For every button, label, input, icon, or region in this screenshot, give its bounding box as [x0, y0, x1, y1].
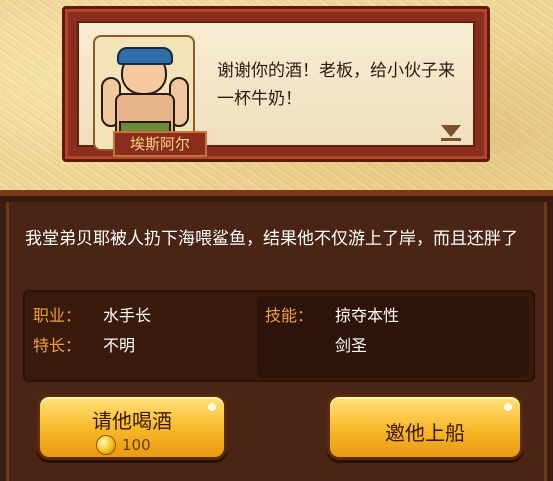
invite-aboard-label: 邀他上船	[385, 421, 465, 445]
npc-name-plate: 埃斯阿尔	[113, 131, 207, 157]
drink-cost: 100	[96, 435, 151, 455]
dialog-inner: 埃斯阿尔 谢谢你的酒！老板，给小伙子来一杯牛奶！	[77, 21, 475, 157]
job-value: 水手长	[103, 306, 152, 325]
job-label: 职业：	[33, 306, 82, 325]
continue-arrow-icon[interactable]	[441, 125, 461, 141]
dialog-box[interactable]: 埃斯阿尔 谢谢你的酒！老板，给小伙子来一杯牛奶！	[62, 6, 490, 162]
dialog-text: 谢谢你的酒！老板，给小伙子来一杯牛奶！	[217, 61, 455, 109]
buy-drink-label: 请他喝酒	[92, 409, 172, 433]
gloss-highlight	[504, 403, 512, 411]
specialty-label: 特长：	[33, 336, 82, 355]
npc-description: 我堂弟贝耶被人扔下海喂鲨鱼，结果他不仅游上了岸，而且还胖了	[25, 229, 518, 249]
skills-box: 技能： 掠夺本性 剑圣	[257, 296, 529, 378]
npc-bandana	[117, 47, 173, 65]
recruit-panel: 我堂弟贝耶被人扔下海喂鲨鱼，结果他不仅游上了岸，而且还胖了 职业： 水手长 特长…	[6, 202, 547, 481]
specialty-value: 不明	[103, 336, 136, 355]
stats-panel: 职业： 水手长 特长： 不明 技能： 掠夺本性 剑圣	[23, 290, 535, 382]
skill-item: 剑圣	[335, 336, 368, 355]
gold-coin-icon	[96, 435, 116, 455]
invite-aboard-button[interactable]: 邀他上船	[327, 394, 523, 460]
skill-label: 技能：	[265, 306, 314, 325]
buy-drink-button[interactable]: 请他喝酒 100	[37, 394, 227, 460]
drink-cost-value: 100	[122, 436, 151, 454]
skill-item: 掠夺本性	[335, 306, 400, 325]
